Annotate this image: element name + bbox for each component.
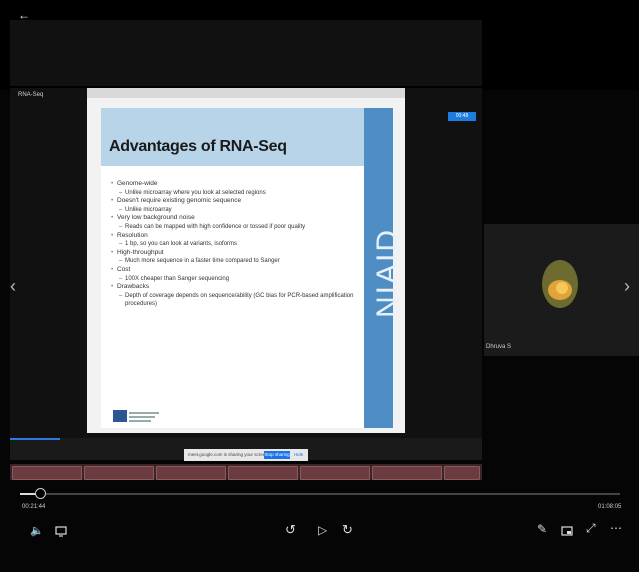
tab-3[interactable] <box>156 466 226 480</box>
pen-icon[interactable]: ✎ <box>537 522 547 536</box>
prev-chevron-icon[interactable]: ‹ <box>10 276 16 297</box>
sharing-bar: meet.google.com is sharing your screen. … <box>184 449 308 461</box>
tab-2[interactable] <box>84 466 154 480</box>
miniplayer-icon[interactable] <box>561 526 573 536</box>
presentation-slide: Advantages of RNA-Seq NIAID Genome-wideU… <box>87 88 405 433</box>
hide-button[interactable]: Hide <box>294 452 303 457</box>
tab-7[interactable] <box>444 466 480 480</box>
rewind-icon[interactable]: ↺ <box>285 522 296 538</box>
bullet-item: Resolution <box>111 232 361 241</box>
tab-5[interactable] <box>300 466 370 480</box>
slide-title: Advantages of RNA-Seq <box>109 138 287 155</box>
tab-4[interactable] <box>228 466 298 480</box>
sub-bullet-item: Unlike microarray where you look at sele… <box>111 189 361 198</box>
bullet-item: Cost <box>111 266 361 275</box>
more-options-icon[interactable]: ⋯ <box>610 521 622 535</box>
slide-top-strip <box>87 88 405 98</box>
current-time: 00:21:44 <box>22 504 46 510</box>
seek-handle[interactable] <box>35 488 46 499</box>
back-arrow-icon[interactable]: ← <box>18 8 30 22</box>
badge: 00:48 <box>448 112 476 121</box>
slide-content: Advantages of RNA-Seq NIAID Genome-wideU… <box>101 108 404 428</box>
bullet-item: Very low background noise <box>111 214 361 223</box>
subtitles-icon[interactable] <box>55 526 67 538</box>
play-icon[interactable]: ▷ <box>318 523 327 537</box>
sub-bullet-item: Depth of coverage depends on sequence/ab… <box>111 292 361 309</box>
nih-logo-icon <box>113 410 159 422</box>
presenter-label: RNA-Seq <box>18 92 44 98</box>
sub-bullet-item: Unlike microarray <box>111 206 361 215</box>
seek-track[interactable] <box>20 493 620 495</box>
slide-header: Advantages of RNA-Seq <box>101 108 364 166</box>
sub-bullet-item: 1 bp, so you can look at variants, isofo… <box>111 240 361 249</box>
sub-bullet-item: Much more sequence in a faster time comp… <box>111 257 361 266</box>
bullet-item: Doesn't require existing genomic sequenc… <box>111 197 361 206</box>
next-chevron-icon[interactable]: › <box>624 276 630 297</box>
participant-name: Dhruva S <box>486 344 512 350</box>
slide-bullets: Genome-wideUnlike microarray where you l… <box>111 180 361 309</box>
sub-bullet-item: 100X cheaper than Sanger sequencing <box>111 275 361 284</box>
forward-icon[interactable]: ↻ <box>342 522 353 538</box>
volume-icon[interactable]: 🔈 <box>30 524 44 537</box>
bullet-item: Drawbacks <box>111 283 361 292</box>
stop-sharing-button[interactable]: Stop sharing <box>264 451 290 459</box>
tab-6[interactable] <box>372 466 442 480</box>
bullet-item: High-throughput <box>111 249 361 258</box>
top-panel <box>10 20 482 86</box>
duration: 01:08:05 <box>598 504 622 510</box>
taskbar-accent <box>10 438 60 440</box>
tab-1[interactable] <box>12 466 82 480</box>
fullscreen-icon[interactable]: ⤢ <box>586 521 596 536</box>
bullet-item: Genome-wide <box>111 180 361 189</box>
participant-avatar <box>542 260 578 308</box>
sub-bullet-item: Reads can be mapped with high confidence… <box>111 223 361 232</box>
sharing-message: meet.google.com is sharing your screen. <box>188 452 270 457</box>
niaid-logo-text: NIAID <box>371 227 404 318</box>
